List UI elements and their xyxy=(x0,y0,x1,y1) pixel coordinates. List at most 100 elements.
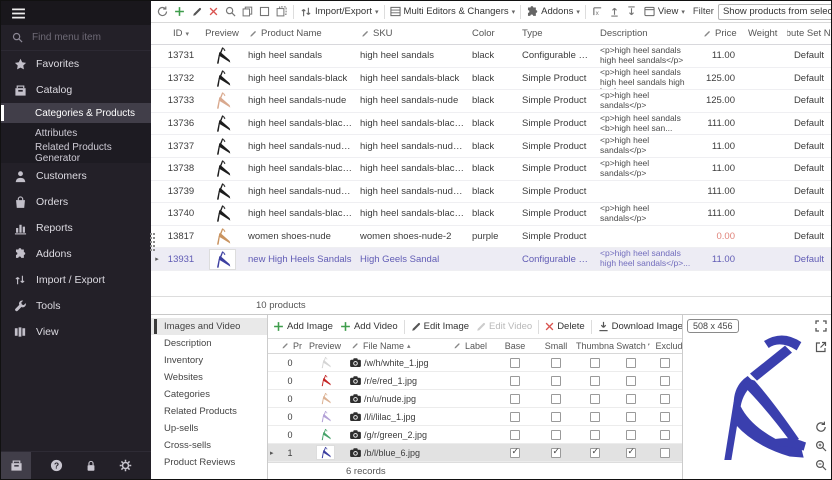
table-row[interactable]: 13740high heel sandals-black-38high heel… xyxy=(151,203,831,226)
sidebar-item-related-products-generator[interactable]: Related Products Generator xyxy=(1,143,151,163)
tab-related-products[interactable]: Related Products xyxy=(151,403,267,420)
gear-button[interactable] xyxy=(111,459,141,472)
refresh-button[interactable] xyxy=(154,3,171,20)
images-column-header-label[interactable]: Label xyxy=(450,341,494,351)
lock-button[interactable] xyxy=(76,460,106,472)
thumbnail-checkbox[interactable] xyxy=(590,358,600,368)
thumbnail-checkbox[interactable] xyxy=(590,412,600,422)
grid-column-header-attribute-set-name[interactable]: Attribute Set Name xyxy=(787,28,831,39)
store-box-icon[interactable] xyxy=(1,452,31,479)
tab-inventory[interactable]: Inventory xyxy=(151,352,267,369)
multi-editors-changers-menu-button[interactable]: Multi Editors & Changers▾ xyxy=(387,6,519,17)
import-export-menu-button[interactable]: Import/Export▾ xyxy=(297,6,382,18)
sidebar-item-tools[interactable]: Tools xyxy=(1,293,151,319)
field-chooser-button[interactable]: x xyxy=(589,3,606,20)
tab-websites[interactable]: Websites xyxy=(151,369,267,386)
magnifier-button[interactable] xyxy=(222,3,239,20)
images-column-header-swatch[interactable]: Swatch xyxy=(614,341,648,351)
exclude-checkbox[interactable] xyxy=(660,358,670,368)
grid-column-header-price[interactable]: Price xyxy=(699,28,745,39)
checkbox-button[interactable] xyxy=(256,3,273,20)
collapse-rows-button[interactable] xyxy=(623,3,640,20)
exclude-checkbox[interactable] xyxy=(660,430,670,440)
image-row[interactable]: 0/w/h/white_1.jpg xyxy=(268,354,682,372)
small-checkbox[interactable] xyxy=(551,376,561,386)
table-row[interactable]: 13736high heel sandals-black-36high heel… xyxy=(151,113,831,136)
image-row[interactable]: 0/n/u/nude.jpg xyxy=(268,390,682,408)
duplicate-button[interactable] xyxy=(273,3,290,20)
grid-column-header-id[interactable]: ID▾ xyxy=(163,28,199,39)
grid-column-header-color[interactable]: Color xyxy=(469,28,519,39)
zoom-out-icon[interactable] xyxy=(815,459,827,471)
thumbnail-checkbox[interactable] xyxy=(590,394,600,404)
base-checkbox[interactable] xyxy=(510,376,520,386)
tab-up-sells[interactable]: Up-sells xyxy=(151,420,267,437)
sidebar-item-attributes[interactable]: Attributes xyxy=(1,123,151,143)
images-column-header-thumbna[interactable]: Thumbna xyxy=(576,341,614,351)
edit-image-button[interactable]: Edit Image xyxy=(408,321,472,332)
table-row[interactable]: 13737high heel sandals-nude-36high heel … xyxy=(151,135,831,158)
add-image-button[interactable]: Add Image xyxy=(270,321,336,332)
zoom-in-icon[interactable] xyxy=(815,440,827,452)
small-checkbox[interactable] xyxy=(551,448,561,458)
exclude-checkbox[interactable] xyxy=(660,448,670,458)
grid-column-header-type[interactable]: Type xyxy=(519,28,597,39)
addons-menu-button[interactable]: Addons▾ xyxy=(523,6,583,18)
sidebar-item-import-export[interactable]: Import / Export xyxy=(1,267,151,293)
panel-splitter-grip[interactable] xyxy=(150,233,155,251)
thumbnail-checkbox[interactable] xyxy=(590,448,600,458)
sidebar-item-orders[interactable]: Orders xyxy=(1,189,151,215)
sidebar-item-categories-products[interactable]: Categories & Products xyxy=(1,103,151,123)
table-row[interactable]: 13732high heel sandals-blackhigh heel sa… xyxy=(151,68,831,91)
images-column-header-base[interactable]: Base xyxy=(494,341,536,351)
thumbnail-checkbox[interactable] xyxy=(590,430,600,440)
grid-column-header-weight[interactable]: Weight xyxy=(745,28,787,39)
swatch-checkbox[interactable] xyxy=(626,376,636,386)
view-menu-button[interactable]: View▾ xyxy=(641,6,688,17)
thumbnail-checkbox[interactable] xyxy=(590,376,600,386)
images-column-header-preview[interactable]: Preview xyxy=(302,341,348,351)
tab-cross-sells[interactable]: Cross-sells xyxy=(151,437,267,454)
filter-select[interactable]: Show products from selected categories▾ xyxy=(718,4,831,20)
tab-product-reviews[interactable]: Product Reviews xyxy=(151,454,267,471)
expand-rows-button[interactable] xyxy=(606,3,623,20)
download-image-button[interactable]: Download Image xyxy=(595,321,682,332)
tab-categories[interactable]: Categories xyxy=(151,386,267,403)
exclude-checkbox[interactable] xyxy=(660,412,670,422)
search-input[interactable] xyxy=(30,31,130,44)
base-checkbox[interactable] xyxy=(510,448,520,458)
swatch-checkbox[interactable] xyxy=(626,358,636,368)
sidebar-item-reports[interactable]: Reports xyxy=(1,215,151,241)
table-row[interactable]: 13731high heel sandalshigh heel sandalsb… xyxy=(151,45,831,68)
open-external-icon[interactable] xyxy=(815,341,827,353)
exclude-checkbox[interactable] xyxy=(660,394,670,404)
tab-images-and-video[interactable]: Images and Video xyxy=(151,318,267,335)
grid-column-header-sku[interactable]: SKU xyxy=(357,28,469,39)
tab-description[interactable]: Description xyxy=(151,335,267,352)
small-checkbox[interactable] xyxy=(551,394,561,404)
image-row[interactable]: ▸1/b/l/blue_6.jpg xyxy=(268,444,682,462)
base-checkbox[interactable] xyxy=(510,394,520,404)
plus-button[interactable] xyxy=(171,3,188,20)
image-row[interactable]: 0/r/e/red_1.jpg xyxy=(268,372,682,390)
swatch-checkbox[interactable] xyxy=(626,412,636,422)
hamburger-menu-icon[interactable] xyxy=(11,8,26,19)
image-row[interactable]: 0/l/i/lilac_1.jpg xyxy=(268,408,682,426)
table-row[interactable]: 13739high heel sandals-nude-37high heel … xyxy=(151,181,831,204)
base-checkbox[interactable] xyxy=(510,430,520,440)
sidebar-item-catalog[interactable]: Catalog xyxy=(1,77,151,103)
grid-column-header-description[interactable]: Description xyxy=(597,28,699,39)
images-column-header-small[interactable]: Small xyxy=(536,341,576,351)
copy-button[interactable] xyxy=(239,3,256,20)
sidebar-item-addons[interactable]: Addons xyxy=(1,241,151,267)
base-checkbox[interactable] xyxy=(510,358,520,368)
swatch-checkbox[interactable] xyxy=(626,430,636,440)
swatch-checkbox[interactable] xyxy=(626,394,636,404)
table-row[interactable]: 13733high heel sandals-nudehigh heel san… xyxy=(151,90,831,113)
help-button[interactable]: ? xyxy=(41,459,71,472)
grid-column-header-product-name[interactable]: Product Name xyxy=(245,28,357,39)
table-row[interactable]: 13817women shoes-nudewomen shoes-nude-2p… xyxy=(151,226,831,249)
sidebar-item-customers[interactable]: Customers xyxy=(1,163,151,189)
x-mark-button[interactable] xyxy=(205,3,222,20)
exclude-checkbox[interactable] xyxy=(660,376,670,386)
